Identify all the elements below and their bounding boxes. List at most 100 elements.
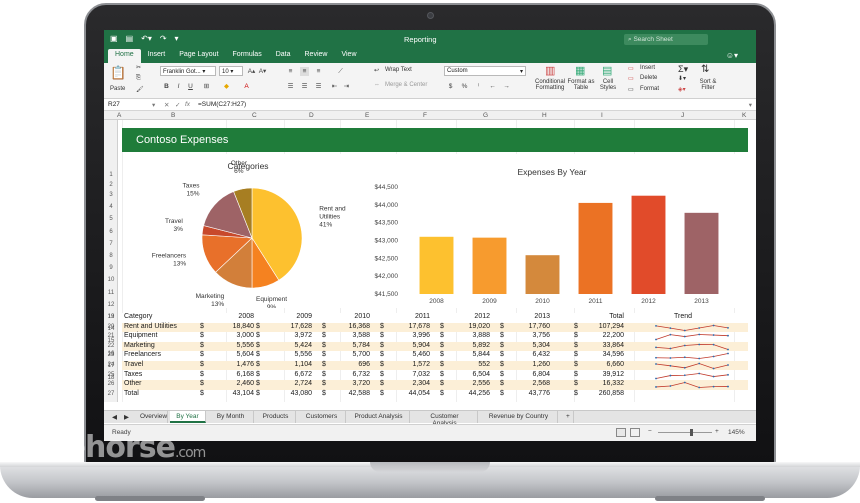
category-cell[interactable]: Equipment: [124, 332, 157, 339]
shrink-font-icon[interactable]: A▾: [258, 67, 267, 76]
sort-filter-icon[interactable]: ⇅: [701, 64, 709, 75]
wrap-text-icon[interactable]: ↩: [374, 67, 379, 74]
column-header-g[interactable]: G: [483, 112, 488, 119]
row-header-6[interactable]: 6: [104, 229, 118, 235]
value-cell[interactable]: 5,904: [412, 342, 430, 349]
increase-decimal-icon[interactable]: ←: [488, 82, 497, 91]
font-name-select[interactable]: Franklin Got... ▾: [160, 66, 216, 76]
merge-center-button[interactable]: Merge & Center: [385, 82, 427, 88]
category-cell[interactable]: Travel: [124, 361, 143, 368]
value-cell[interactable]: 16,368: [349, 323, 370, 330]
total-cell[interactable]: 22,200: [603, 332, 624, 339]
row-header-8[interactable]: 8: [104, 253, 118, 259]
align-middle-icon[interactable]: ≡: [300, 67, 309, 76]
table-row[interactable]: Taxes $6,168 $6,672 $6,732 $7,032 $6,504 $6,80…: [122, 371, 748, 381]
bar-2008[interactable]: [419, 236, 454, 294]
row-header-3[interactable]: 3: [104, 192, 118, 198]
sheet-tab-by-year[interactable]: By Year: [170, 411, 206, 423]
align-bottom-icon[interactable]: ≡: [314, 67, 323, 76]
wrap-text-button[interactable]: Wrap Text: [385, 67, 412, 73]
row-header-19[interactable]: 19: [104, 314, 118, 320]
smiley-icon[interactable]: ☺▾: [726, 51, 738, 60]
category-cell[interactable]: Other: [124, 380, 142, 387]
tab-view[interactable]: View: [334, 49, 363, 63]
zoom-out-icon[interactable]: −: [648, 428, 652, 435]
align-center-icon[interactable]: ☰: [300, 82, 309, 91]
value-cell[interactable]: 7,032: [412, 371, 430, 378]
value-cell[interactable]: 5,784: [352, 342, 370, 349]
value-cell[interactable]: 5,556: [236, 342, 254, 349]
table-row[interactable]: Equipment $3,000 $3,972 $3,588 $3,996 $3,888 $…: [122, 332, 748, 342]
name-box[interactable]: R27: [108, 101, 120, 108]
bar-2011[interactable]: [578, 202, 613, 294]
number-format-select[interactable]: Custom ▾: [444, 66, 526, 76]
row-header-20[interactable]: 20: [104, 324, 118, 330]
value-cell[interactable]: 6,672: [294, 371, 312, 378]
sheet-tab-by-month[interactable]: By Month: [208, 411, 254, 423]
total-cell[interactable]: 16,332: [603, 380, 624, 387]
comma-icon[interactable]: ⁾: [474, 82, 483, 91]
value-cell[interactable]: 5,604: [236, 351, 254, 358]
sort-filter-button[interactable]: Sort & Filter: [694, 79, 722, 91]
add-sheet-button[interactable]: +: [560, 411, 574, 423]
table-row[interactable]: Total $43,104 $43,080 $42,588 $44,054 $44,256…: [122, 390, 748, 400]
row-header-10[interactable]: 10: [104, 277, 118, 283]
column-header-c[interactable]: C: [252, 112, 257, 119]
row-header-22[interactable]: 22: [104, 343, 118, 349]
row-header-12[interactable]: 12: [104, 302, 118, 308]
align-top-icon[interactable]: ≡: [286, 67, 295, 76]
fill-icon[interactable]: ⬇▾: [678, 75, 686, 82]
align-left-icon[interactable]: ☰: [286, 82, 295, 91]
row-header-11[interactable]: 11: [104, 290, 118, 296]
delete-cells-button[interactable]: Delete: [640, 75, 657, 81]
value-cell[interactable]: 2,556: [472, 380, 490, 387]
value-cell[interactable]: 3,720: [352, 380, 370, 387]
row-header-9[interactable]: 9: [104, 265, 118, 271]
bold-icon[interactable]: B: [162, 82, 171, 91]
row-header-23[interactable]: 23: [104, 352, 118, 358]
column-header-i[interactable]: I: [601, 112, 603, 119]
borders-icon[interactable]: ⊞: [202, 82, 211, 91]
zoom-in-icon[interactable]: +: [715, 428, 719, 435]
conditional-formatting-button[interactable]: Conditional Formatting: [532, 79, 568, 91]
value-cell[interactable]: 17,678: [409, 323, 430, 330]
column-header-d[interactable]: D: [309, 112, 314, 119]
value-cell[interactable]: 3,000: [236, 332, 254, 339]
autosum-icon[interactable]: Σ▾: [678, 64, 688, 75]
delete-cells-icon[interactable]: ▭: [628, 75, 634, 82]
increase-indent-icon[interactable]: ⇥: [342, 82, 351, 91]
font-color-icon[interactable]: A: [242, 82, 251, 91]
name-box-dropdown-icon[interactable]: ▾: [152, 101, 155, 109]
cancel-icon[interactable]: ✕: [164, 101, 169, 109]
value-cell[interactable]: 6,804: [532, 371, 550, 378]
column-header-e[interactable]: E: [365, 112, 369, 119]
total-cell[interactable]: 6,660: [606, 361, 624, 368]
fill-color-icon[interactable]: ◆: [222, 82, 231, 91]
row-header-7[interactable]: 7: [104, 241, 118, 247]
sidebar-icon[interactable]: ▣: [110, 34, 118, 43]
value-cell[interactable]: 6,432: [532, 351, 550, 358]
redo-icon[interactable]: ↷: [160, 34, 167, 43]
value-cell[interactable]: 6,504: [472, 371, 490, 378]
tab-home[interactable]: Home: [108, 49, 141, 63]
sheet-tab-products[interactable]: Products: [256, 411, 296, 423]
insert-cells-button[interactable]: Insert: [640, 65, 655, 71]
row-header-5[interactable]: 5: [104, 216, 118, 222]
value-cell[interactable]: 5,700: [352, 351, 370, 358]
tab-insert[interactable]: Insert: [141, 49, 173, 63]
tab-data[interactable]: Data: [269, 49, 298, 63]
row-header-27[interactable]: 27: [104, 391, 118, 397]
row-header-21[interactable]: 21: [104, 333, 118, 339]
value-cell[interactable]: 552: [478, 361, 490, 368]
value-cell[interactable]: 5,424: [294, 342, 312, 349]
category-cell[interactable]: Freelancers: [124, 351, 161, 358]
value-cell[interactable]: 1,104: [294, 361, 312, 368]
table-row[interactable]: Freelancers $5,604 $5,556 $5,700 $5,460 $5,84…: [122, 351, 748, 361]
value-cell[interactable]: 5,892: [472, 342, 490, 349]
zoom-slider[interactable]: [658, 432, 712, 433]
next-sheet-icon[interactable]: ▶: [118, 411, 135, 423]
value-cell[interactable]: 3,996: [412, 332, 430, 339]
decrease-indent-icon[interactable]: ⇤: [330, 82, 339, 91]
value-cell[interactable]: 6,168: [236, 371, 254, 378]
paste-button[interactable]: Paste: [110, 86, 125, 92]
